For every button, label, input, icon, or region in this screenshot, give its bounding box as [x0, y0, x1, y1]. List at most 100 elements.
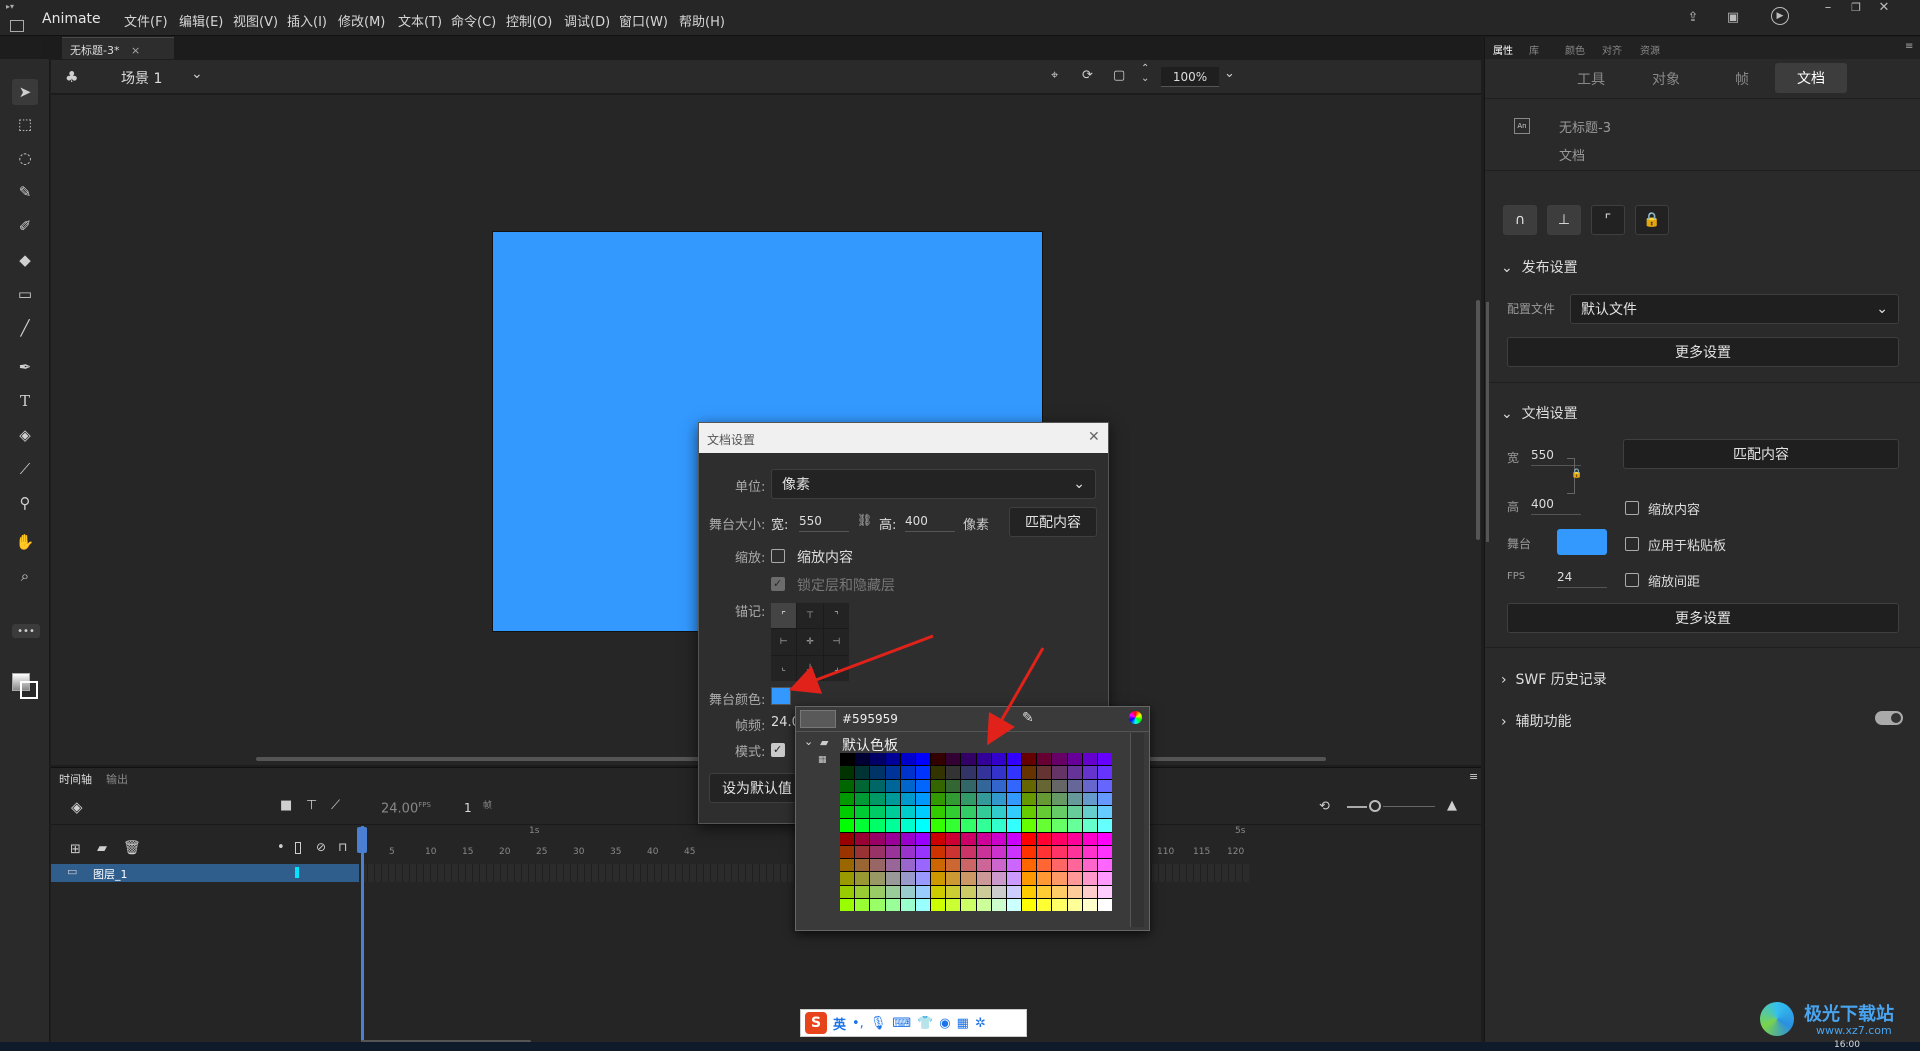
palette-swatch[interactable]	[870, 859, 885, 872]
palette-swatch[interactable]	[991, 792, 1006, 805]
palette-swatch[interactable]	[885, 832, 900, 845]
anchor-bottom-left[interactable]: ⌞	[771, 655, 797, 681]
profile-select[interactable]: 默认文件 ⌄	[1570, 294, 1899, 324]
dialog-scale-content-checkbox[interactable]	[771, 549, 785, 563]
palette-swatch[interactable]	[840, 779, 855, 792]
swf-history-section-header[interactable]: › SWF 历史记录	[1501, 669, 1607, 689]
palette-swatch[interactable]	[870, 872, 885, 885]
palette-swatch[interactable]	[1067, 792, 1082, 805]
palette-swatch[interactable]	[991, 806, 1006, 819]
palette-swatch[interactable]	[1022, 753, 1037, 766]
palette-swatch[interactable]	[915, 872, 930, 885]
mode-checkbox[interactable]	[771, 743, 785, 757]
palette-swatch[interactable]	[946, 859, 961, 872]
accessibility-section-header[interactable]: › 辅助功能	[1501, 711, 1572, 731]
palette-swatch[interactable]	[900, 898, 915, 911]
palette-swatch[interactable]	[1052, 859, 1067, 872]
palette-swatch[interactable]	[870, 806, 885, 819]
palette-swatch[interactable]	[1006, 779, 1021, 792]
palette-swatch[interactable]	[1067, 819, 1082, 832]
zoom-stepper-icon[interactable]: ⌃ ⌄	[1141, 64, 1149, 84]
subtab-object[interactable]: 对象	[1652, 69, 1680, 89]
palette-swatch[interactable]	[1097, 753, 1112, 766]
palette-swatch[interactable]	[900, 819, 915, 832]
lasso-tool-icon[interactable]: ◌	[12, 145, 38, 171]
palette-swatch[interactable]	[855, 766, 870, 779]
hex-value[interactable]: #595959	[842, 712, 898, 726]
apply-pasteboard-checkbox[interactable]	[1625, 537, 1639, 551]
timeline-zoom-slider[interactable]	[1369, 800, 1381, 812]
dialog-width-input[interactable]: 550	[799, 511, 849, 532]
palette-swatch[interactable]	[1022, 885, 1037, 898]
palette-swatch[interactable]	[870, 885, 885, 898]
palette-swatch[interactable]	[855, 845, 870, 858]
set-default-button[interactable]: 设为默认值	[709, 773, 809, 803]
palette-swatch[interactable]	[931, 753, 946, 766]
palette-swatch[interactable]	[900, 832, 915, 845]
palette-swatch[interactable]	[961, 792, 976, 805]
settings-gear-icon[interactable]: ✲	[975, 1016, 986, 1031]
palette-swatch[interactable]	[855, 872, 870, 885]
anchor-grid[interactable]: ⌜ ⊤ ⌝ ⊢ ✛ ⊣ ⌞ ⊥ ⌟	[771, 603, 849, 681]
palette-swatch[interactable]	[1067, 779, 1082, 792]
more-tools-icon[interactable]: •••	[12, 624, 40, 638]
anchor-middle-right[interactable]: ⊣	[823, 629, 849, 655]
clip-stage-icon[interactable]: ▢	[1113, 68, 1125, 83]
palette-swatch[interactable]	[1082, 819, 1097, 832]
palette-swatch[interactable]	[1052, 898, 1067, 911]
center-stage-icon[interactable]: ⌖	[1051, 68, 1058, 83]
palette-swatch[interactable]	[870, 792, 885, 805]
palette-swatch[interactable]	[961, 766, 976, 779]
palette-swatch[interactable]	[991, 832, 1006, 845]
fps-input[interactable]: 24	[1557, 567, 1607, 588]
anchor-bottom-right[interactable]: ⌟	[823, 655, 849, 681]
palette-swatch[interactable]	[1067, 753, 1082, 766]
palette-swatch[interactable]	[1022, 766, 1037, 779]
palette-swatch[interactable]	[870, 819, 885, 832]
palette-swatch[interactable]	[976, 792, 991, 805]
layers-icon[interactable]: ◈	[71, 798, 83, 816]
palette-swatch[interactable]	[1097, 859, 1112, 872]
palette-swatch[interactable]	[931, 898, 946, 911]
menu-help[interactable]: 帮助(H)	[679, 11, 725, 30]
palette-swatch[interactable]	[1006, 832, 1021, 845]
palette-swatch[interactable]	[1082, 806, 1097, 819]
palette-swatch[interactable]	[1052, 779, 1067, 792]
palette-swatch[interactable]	[1082, 872, 1097, 885]
chevron-down-icon[interactable]: ⌄	[804, 735, 813, 748]
menu-insert[interactable]: 插入(I)	[287, 11, 327, 30]
palette-swatch[interactable]	[976, 819, 991, 832]
palette-swatch[interactable]	[915, 832, 930, 845]
palette-swatch[interactable]	[976, 753, 991, 766]
palette-swatch[interactable]	[885, 819, 900, 832]
hand-tool-icon[interactable]: ✋	[12, 529, 38, 555]
paint-brush-tool-icon[interactable]: ✐	[12, 213, 38, 239]
palette-swatch[interactable]	[1006, 885, 1021, 898]
dialog-close-icon[interactable]: ✕	[1088, 429, 1100, 445]
selection-tool-icon[interactable]: ➤	[12, 79, 38, 105]
palette-swatch[interactable]	[991, 845, 1006, 858]
palette-swatch[interactable]	[855, 792, 870, 805]
palette-swatch[interactable]	[1097, 898, 1112, 911]
palette-swatch[interactable]	[1067, 766, 1082, 779]
palette-swatch[interactable]	[885, 753, 900, 766]
palette-swatch[interactable]	[870, 898, 885, 911]
zoom-dropdown-icon[interactable]: ⌄	[1224, 66, 1235, 81]
menu-debug[interactable]: 调试(D)	[564, 11, 610, 30]
workspace-icon[interactable]	[10, 20, 24, 32]
palette-swatch[interactable]	[885, 872, 900, 885]
palette-swatch[interactable]	[1037, 819, 1052, 832]
palette-swatch[interactable]	[1052, 872, 1067, 885]
palette-swatch[interactable]	[946, 792, 961, 805]
anchor-middle-left[interactable]: ⊢	[771, 629, 797, 655]
palette-swatch[interactable]	[1037, 885, 1052, 898]
palette-swatch[interactable]	[1097, 779, 1112, 792]
palette-swatch[interactable]	[1052, 753, 1067, 766]
scale-spacing-checkbox[interactable]	[1625, 573, 1639, 587]
palette-swatch[interactable]	[976, 779, 991, 792]
dialog-stage-color-swatch[interactable]	[771, 687, 791, 705]
palette-swatch[interactable]	[961, 779, 976, 792]
palette-swatch[interactable]	[840, 819, 855, 832]
playhead[interactable]	[361, 826, 364, 1048]
palette-swatch[interactable]	[1022, 859, 1037, 872]
